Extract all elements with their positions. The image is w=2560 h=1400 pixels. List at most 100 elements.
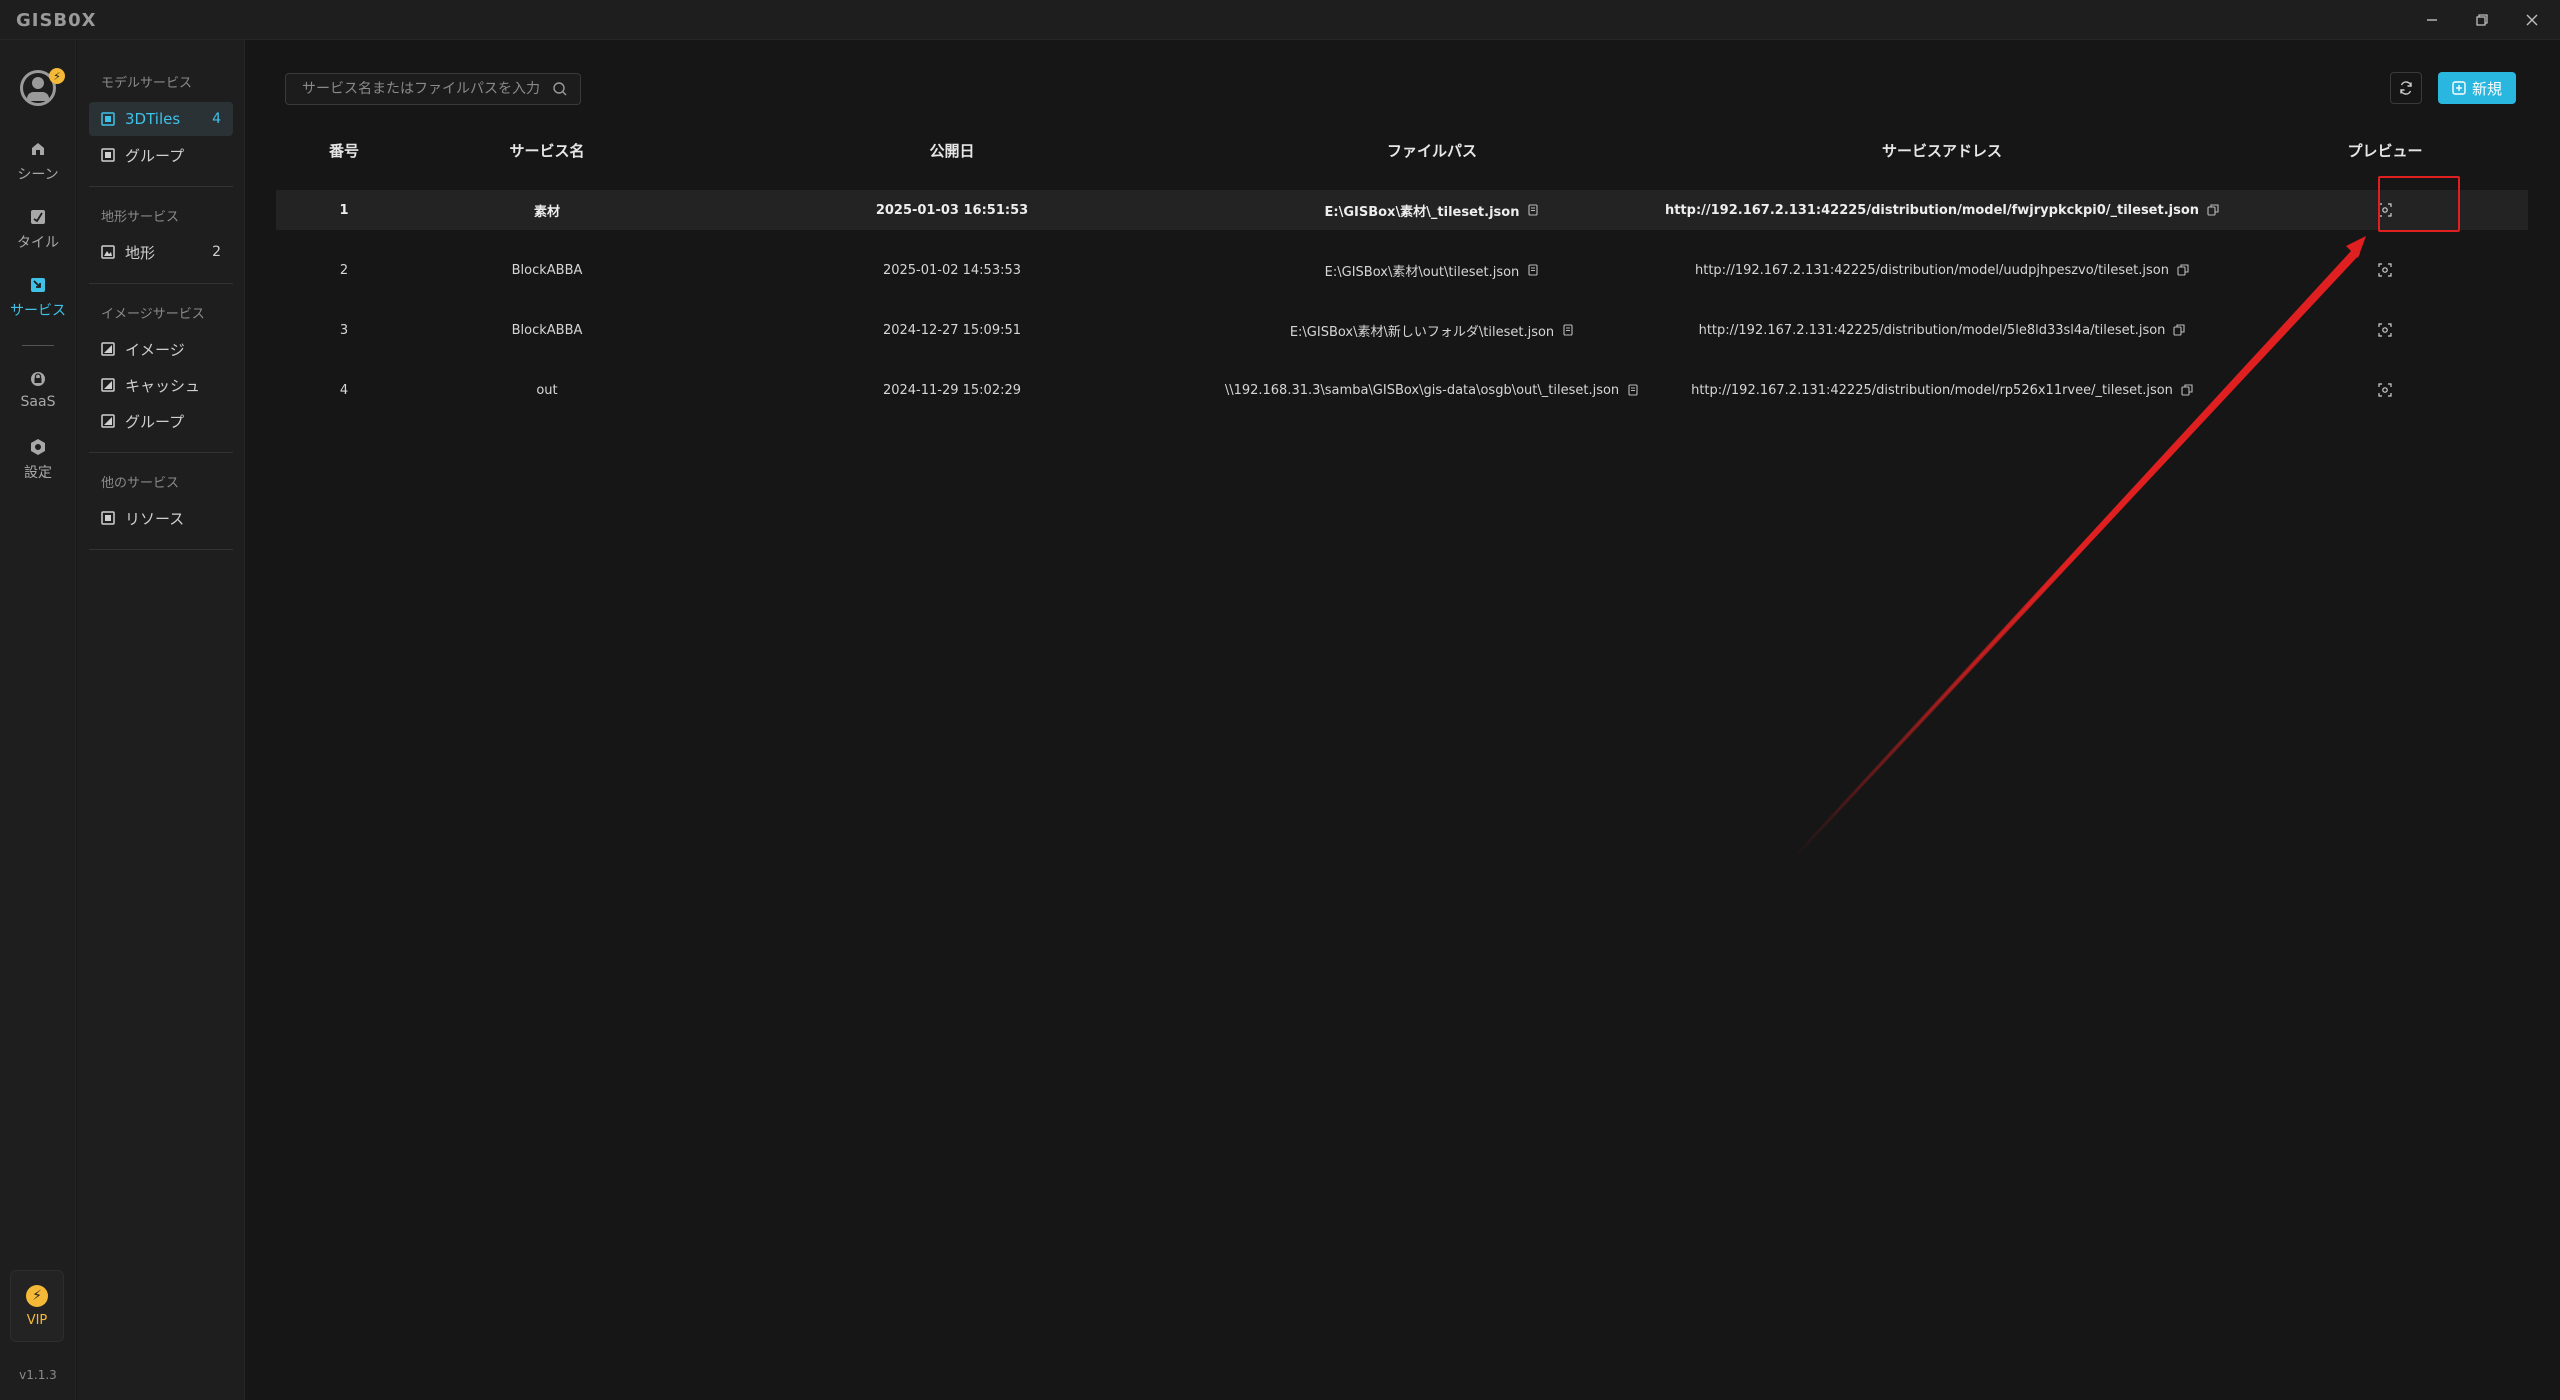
sidebar-item-label: 3DTiles [125, 110, 181, 128]
search-box [285, 73, 581, 105]
column-header-service-name: サービス名 [509, 141, 585, 160]
sidebar-item-resource[interactable]: リソース [89, 501, 233, 535]
search-input[interactable] [286, 74, 552, 104]
resource-icon [101, 511, 115, 525]
cell-file-path: E:\GISBox\素材\_tileset.json [1222, 201, 1642, 220]
minimize-button[interactable] [2412, 4, 2452, 36]
sidebar-divider [89, 549, 233, 550]
cell-service-name: BlockABBA [511, 262, 583, 278]
sidebar-item-terrain[interactable]: 地形 2 [89, 235, 233, 269]
cell-service-name: 素材 [533, 204, 560, 220]
cell-number: 1 [339, 202, 349, 218]
rail-item-label: サービス [10, 303, 66, 319]
main-content: 新規 番号 サービス名 公開日 ファイルパス サービスアドレス プレビュー 1 … [246, 40, 2560, 1400]
sidebar-item-model-group[interactable]: グループ [89, 138, 233, 172]
lightning-icon: ⚡ [26, 1284, 48, 1307]
copy-icon[interactable] [2173, 324, 2185, 336]
rail-item-service[interactable]: サービス [0, 276, 76, 320]
saas-icon [31, 372, 45, 386]
sidebar-group-title: イメージサービス [101, 307, 205, 322]
copy-icon[interactable] [2177, 264, 2189, 276]
rail-item-label: 設定 [24, 465, 52, 481]
sidebar-item-label: 地形 [125, 243, 156, 262]
new-service-button[interactable]: 新規 [2438, 72, 2516, 104]
avatar-badge: ⚡ [49, 68, 65, 84]
nav-rail: ⚡ シーン タイル サービス SaaS 設定 ⚡ VIP v1.1.3 [0, 40, 76, 1400]
refresh-icon [2400, 81, 2412, 95]
cell-service-address: http://192.167.2.131:42225/distribution/… [1642, 323, 2242, 338]
cell-preview [2242, 323, 2528, 337]
sidebar-item-3dtiles[interactable]: 3DTiles 4 [89, 102, 233, 136]
sidebar-item-image-group[interactable]: グループ [89, 404, 233, 438]
service-address-text: http://192.167.2.131:42225/distribution/… [1698, 322, 2166, 338]
preview-icon[interactable] [2378, 383, 2392, 397]
cell-publish-date: 2024-11-29 15:02:29 [882, 382, 1022, 398]
vip-button[interactable]: ⚡ VIP [10, 1270, 64, 1342]
rail-item-label: タイル [17, 235, 59, 251]
table-row[interactable]: 2 BlockABBA 2025-01-02 14:53:53 E:\GISBo… [276, 250, 2528, 290]
table-row[interactable]: 3 BlockABBA 2024-12-27 15:09:51 E:\GISBo… [276, 310, 2528, 350]
service-sidebar: モデルサービス 3DTiles 4 グループ 地形サービス 地形 2 イメージサ… [77, 40, 245, 1400]
cell-service-address: http://192.167.2.131:42225/distribution/… [1642, 263, 2242, 278]
column-header-publish-date: 公開日 [929, 141, 975, 160]
search-icon[interactable] [552, 81, 568, 97]
cell-number: 3 [339, 322, 349, 338]
copy-icon[interactable] [2181, 384, 2193, 396]
rail-item-label: シーン [17, 167, 59, 183]
preview-icon[interactable] [2378, 263, 2392, 277]
copy-icon[interactable] [2207, 204, 2219, 216]
copy-icon[interactable] [1527, 204, 1539, 216]
sidebar-divider [89, 186, 233, 187]
app-logo: GISB0X [16, 10, 97, 31]
table-header: 番号 サービス名 公開日 ファイルパス サービスアドレス プレビュー [276, 132, 2528, 168]
column-header-preview: プレビュー [2347, 141, 2423, 160]
cell-file-path: E:\GISBox\素材\新しいフォルダ\tileset.json [1222, 321, 1642, 340]
rail-item-scene[interactable]: シーン [0, 140, 76, 184]
file-path-text: E:\GISBox\素材\新しいフォルダ\tileset.json [1289, 324, 1555, 340]
preview-icon[interactable] [2378, 323, 2392, 337]
rail-item-saas[interactable]: SaaS [0, 370, 76, 410]
sidebar-item-cache[interactable]: キャッシュ [89, 368, 233, 402]
service-address-text: http://192.167.2.131:42225/distribution/… [1664, 202, 2200, 218]
restore-icon [2476, 14, 2488, 26]
sidebar-item-image[interactable]: イメージ [89, 332, 233, 366]
sidebar-item-label: グループ [125, 412, 185, 431]
cell-publish-date: 2025-01-03 16:51:53 [875, 202, 1029, 218]
service-address-text: http://192.167.2.131:42225/distribution/… [1691, 382, 2173, 398]
rail-item-label: SaaS [20, 394, 56, 410]
sidebar-divider [89, 452, 233, 453]
refresh-button[interactable] [2390, 72, 2422, 104]
tile-icon [31, 210, 45, 224]
copy-icon[interactable] [1527, 264, 1539, 276]
copy-icon[interactable] [1627, 384, 1639, 396]
cell-number: 2 [339, 262, 349, 278]
table-row[interactable]: 4 out 2024-11-29 15:02:29 \\192.168.31.3… [276, 370, 2528, 410]
copy-icon[interactable] [1562, 324, 1574, 336]
sidebar-item-label: グループ [125, 146, 185, 165]
service-address-text: http://192.167.2.131:42225/distribution/… [1695, 262, 2169, 278]
highlight-box [2378, 176, 2460, 232]
cell-service-name: out [536, 382, 558, 398]
close-button[interactable] [2512, 4, 2552, 36]
cell-preview [2242, 383, 2528, 397]
sidebar-group-title: 地形サービス [101, 210, 180, 225]
sidebar-group-title: 他のサービス [101, 476, 180, 491]
column-header-number: 番号 [328, 141, 359, 160]
app-version: v1.1.3 [19, 1368, 57, 1382]
terrain-icon [101, 245, 115, 259]
cache-icon [101, 378, 115, 392]
sidebar-group-title: モデルサービス [101, 76, 193, 91]
restore-button[interactable] [2462, 4, 2502, 36]
cell-file-path: \\192.168.31.3\samba\GISBox\gis-data\osg… [1222, 383, 1642, 398]
sidebar-item-label: リソース [125, 509, 185, 528]
rail-divider [22, 345, 54, 346]
sidebar-item-count: 4 [212, 111, 221, 127]
sidebar-item-count: 2 [212, 244, 221, 260]
rail-item-settings[interactable]: 設定 [0, 438, 76, 482]
rail-item-tile[interactable]: タイル [0, 208, 76, 252]
cell-file-path: E:\GISBox\素材\out\tileset.json [1222, 261, 1642, 280]
cell-service-address: http://192.167.2.131:42225/distribution/… [1642, 383, 2242, 398]
table-row[interactable]: 1 素材 2025-01-03 16:51:53 E:\GISBox\素材\_t… [276, 190, 2528, 230]
file-path-text: E:\GISBox\素材\out\tileset.json [1324, 264, 1520, 280]
settings-icon [31, 439, 45, 455]
